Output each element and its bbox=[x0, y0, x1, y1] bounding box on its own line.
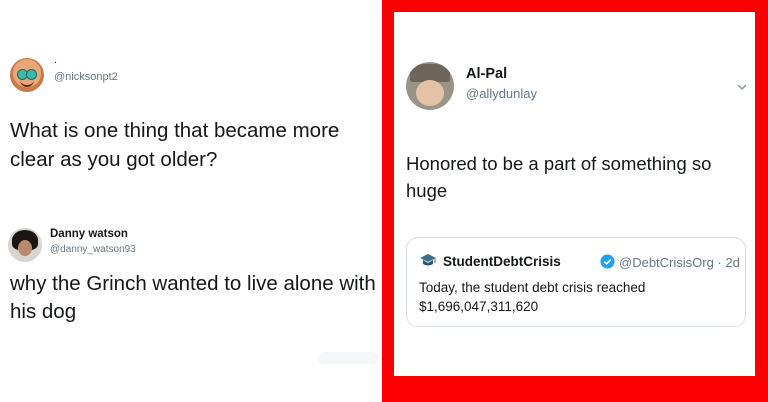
reply-author-handle[interactable]: @danny_watson93 bbox=[50, 244, 136, 255]
al-pal-avatar[interactable] bbox=[406, 62, 454, 110]
quoted-tweet[interactable]: StudentDebtCrisis @DebtCrisisOrg · 2d To… bbox=[406, 237, 746, 327]
quoted-tweet-text: Today, the student debt crisis reached $… bbox=[419, 280, 646, 314]
tweet-card: Al-Pal @allydunlay Honored to be a part … bbox=[394, 12, 755, 376]
author-handle[interactable]: @allydunlay bbox=[466, 86, 537, 101]
red-frame: Al-Pal @allydunlay Honored to be a part … bbox=[382, 0, 768, 402]
chevron-down-icon[interactable] bbox=[735, 80, 749, 94]
reply-text: why the Grinch wanted to live alone with… bbox=[10, 272, 376, 323]
verified-badge-icon bbox=[600, 254, 615, 269]
danny-watson-avatar[interactable] bbox=[8, 228, 42, 262]
author-name[interactable]: Al-Pal bbox=[466, 66, 507, 82]
faded-element bbox=[318, 352, 378, 364]
author-handle[interactable]: @nicksonpt2 bbox=[54, 71, 118, 83]
quoted-author-name[interactable]: StudentDebtCrisis bbox=[443, 254, 561, 269]
reply-author-name[interactable]: Danny watson bbox=[50, 228, 128, 240]
quoted-author-handle[interactable]: @DebtCrisisOrg · 2d bbox=[619, 255, 740, 270]
avatar-eye-icon bbox=[26, 69, 37, 80]
author-name[interactable]: . bbox=[54, 54, 57, 66]
avatar-smile-icon bbox=[20, 80, 34, 87]
graduation-cap-icon bbox=[420, 254, 436, 266]
left-panel: . @nicksonpt2 What is one thing that bec… bbox=[0, 0, 382, 402]
tweet-text: What is one thing that became more clear… bbox=[10, 119, 340, 171]
tweet-text: Honored to be a part of something so hug… bbox=[406, 153, 712, 201]
nicksonpt2-avatar[interactable] bbox=[10, 58, 44, 92]
